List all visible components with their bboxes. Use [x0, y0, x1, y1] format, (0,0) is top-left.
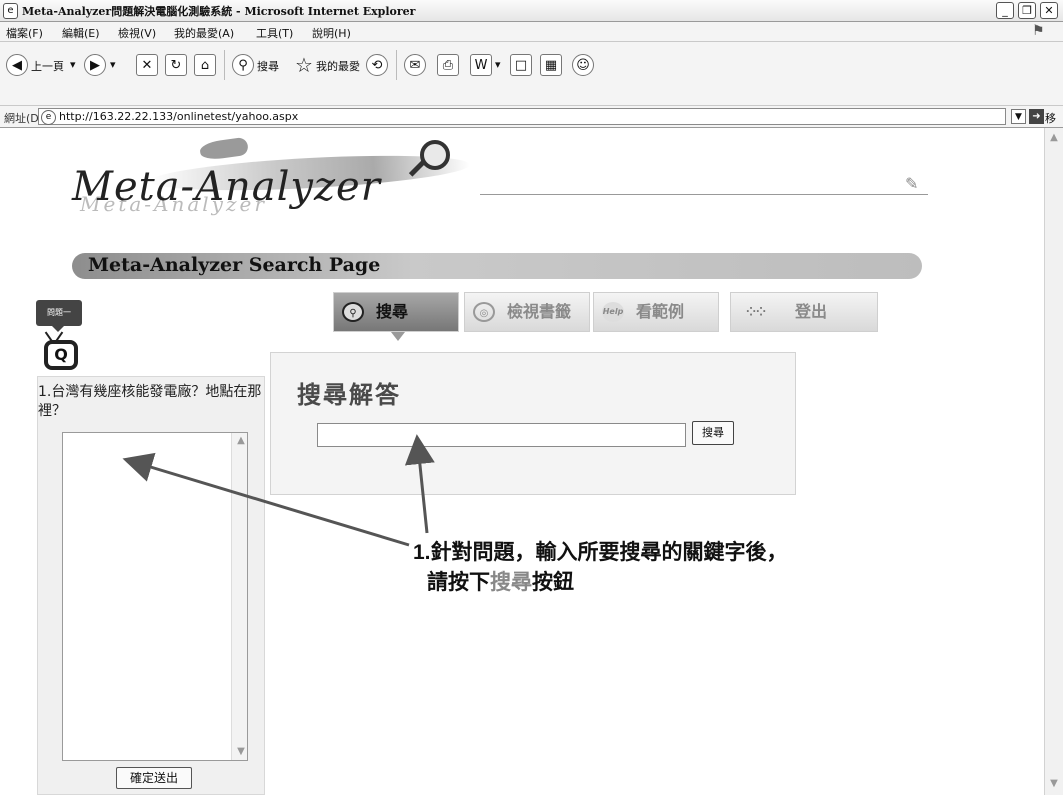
- back-icon[interactable]: ◀: [6, 54, 28, 76]
- annotation-arrows: [122, 434, 435, 547]
- history-icon[interactable]: ⟲: [366, 54, 388, 76]
- annotation-prefix: 請按下: [427, 571, 490, 594]
- menu-file[interactable]: 檔案(F): [6, 25, 43, 41]
- favorites-star-icon[interactable]: ☆: [293, 54, 315, 76]
- messenger-icon[interactable]: ☺: [572, 54, 594, 76]
- annotation-highlight: 搜尋: [490, 571, 532, 594]
- menu-favorites[interactable]: 我的最愛(A): [174, 25, 234, 41]
- annotation-suffix: 按鈕: [532, 571, 574, 594]
- toolbar-separator: [396, 50, 397, 80]
- annotation-text: 1.針對問題，輸入所要搜尋的關鍵字後， 請按下搜尋按鈕: [413, 538, 788, 598]
- windows-flag-icon: ⚑: [1032, 23, 1045, 39]
- toolbar: ◀ 上一頁 ▾ ▶ ▾ ✕ ↻ ⌂ ⚲ 搜尋 ☆ 我的最愛 ⟲ ✉ ⎙ W ▾ …: [0, 42, 1063, 106]
- print-icon[interactable]: ⎙: [437, 54, 459, 76]
- page-scrollbar[interactable]: ▲ ▼: [1044, 128, 1063, 795]
- edit-dropdown-icon[interactable]: ▾: [495, 58, 501, 71]
- mail-icon[interactable]: ✉: [404, 54, 426, 76]
- address-bar: 網址(D) e http://163.22.22.133/onlinetest/…: [0, 106, 1063, 141]
- minimize-button[interactable]: _: [996, 2, 1014, 19]
- window-titlebar: e Meta-Analyzer問題解決電腦化測驗系統 - Microsoft I…: [0, 0, 1063, 22]
- menu-help[interactable]: 說明(H): [312, 25, 351, 41]
- go-arrow-icon[interactable]: ➜: [1029, 109, 1044, 124]
- close-button[interactable]: ✕: [1040, 2, 1058, 19]
- back-dropdown-icon[interactable]: ▾: [70, 58, 76, 71]
- annotation-line2: 請按下搜尋按鈕: [413, 568, 788, 598]
- ie-icon: e: [3, 3, 18, 19]
- arrow-to-answer-box: [122, 452, 410, 547]
- menu-view[interactable]: 檢視(V): [118, 25, 156, 41]
- back-button-label[interactable]: 上一頁: [31, 58, 64, 74]
- address-url[interactable]: http://163.22.22.133/onlinetest/yahoo.as…: [59, 110, 298, 123]
- address-dropdown-icon[interactable]: ▼: [1011, 109, 1026, 124]
- menu-edit[interactable]: 編輯(E): [62, 25, 100, 41]
- favorites-button-label[interactable]: 我的最愛: [316, 58, 360, 74]
- annotation-line1: 1.針對問題，輸入所要搜尋的關鍵字後，: [413, 541, 788, 564]
- menu-bar: 檔案(F) 編輯(E) 檢視(V) 我的最愛(A) 工具(T) 說明(H) ⚑: [0, 22, 1063, 42]
- scroll-down-icon[interactable]: ▼: [1048, 778, 1060, 790]
- page-icon: e: [41, 110, 56, 125]
- forward-icon[interactable]: ▶: [84, 54, 106, 76]
- maximize-button[interactable]: ❐: [1018, 2, 1036, 19]
- page-viewport: Meta-Analyzer Meta-Analyzer ✎ Meta-Analy…: [0, 128, 1063, 795]
- edit-word-icon[interactable]: W: [470, 54, 492, 76]
- forward-dropdown-icon[interactable]: ▾: [110, 58, 116, 71]
- search-button-label[interactable]: 搜尋: [257, 58, 279, 74]
- scroll-up-icon[interactable]: ▲: [1048, 132, 1060, 144]
- window-title: Meta-Analyzer問題解決電腦化測驗系統 - Microsoft Int…: [22, 5, 416, 18]
- menu-tools[interactable]: 工具(T): [256, 25, 293, 41]
- refresh-icon[interactable]: ↻: [165, 54, 187, 76]
- stop-icon[interactable]: ✕: [136, 54, 158, 76]
- toolbar-separator: [224, 50, 225, 80]
- discuss-icon[interactable]: □: [510, 54, 532, 76]
- arrow-to-search-input: [404, 434, 435, 534]
- search-icon[interactable]: ⚲: [232, 54, 254, 76]
- research-icon[interactable]: ▦: [540, 54, 562, 76]
- address-field[interactable]: e http://163.22.22.133/onlinetest/yahoo.…: [38, 108, 1006, 125]
- home-icon[interactable]: ⌂: [194, 54, 216, 76]
